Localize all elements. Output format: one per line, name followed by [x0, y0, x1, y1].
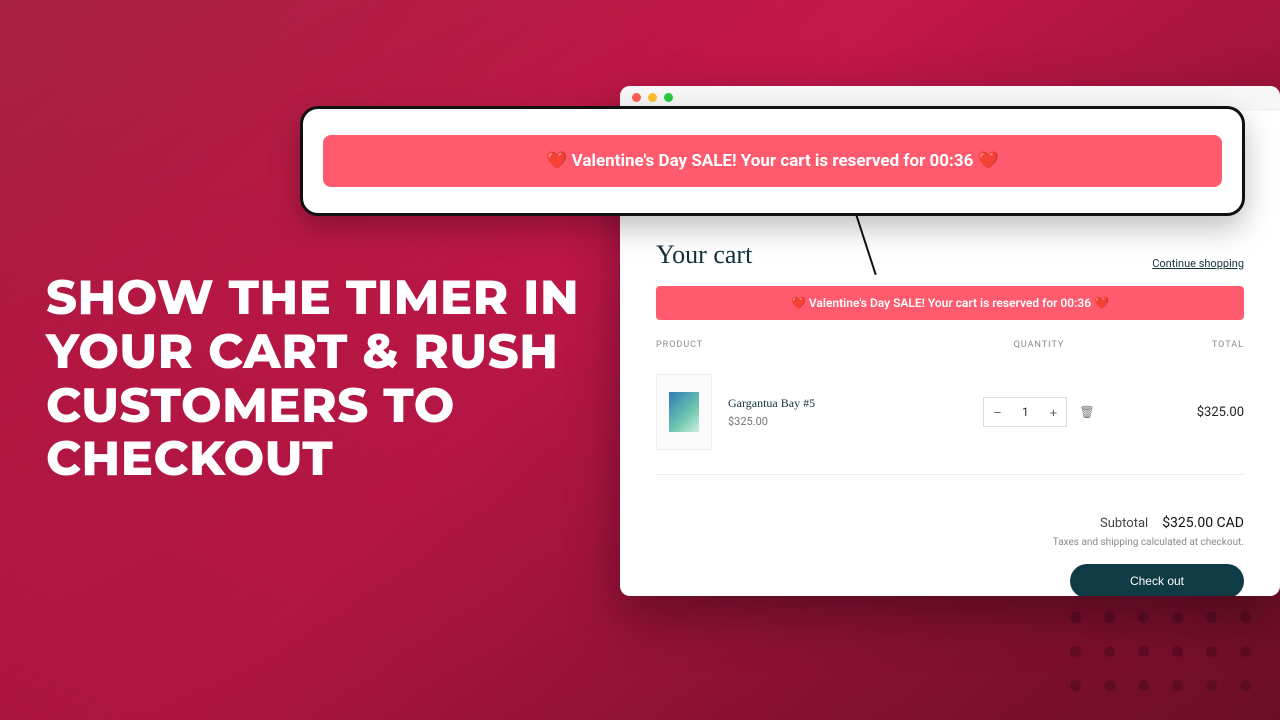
product-unit-price: $325.00: [728, 415, 815, 428]
remove-item-button[interactable]: 🗑: [1079, 405, 1094, 419]
tax-shipping-note: Taxes and shipping calculated at checkou…: [656, 537, 1244, 548]
qty-decrement-button[interactable]: −: [984, 398, 1010, 426]
cart-title: Your cart: [656, 240, 752, 270]
cart-column-headers: PRODUCT QUANTITY TOTAL: [656, 340, 1244, 356]
trash-icon: 🗑: [1079, 405, 1094, 419]
subtotal-amount: $325.00 CAD: [1162, 515, 1244, 531]
product-thumbnail[interactable]: [656, 374, 712, 450]
qty-increment-button[interactable]: +: [1040, 398, 1066, 426]
col-total: TOTAL: [1124, 340, 1244, 350]
window-minimize-icon: [648, 93, 657, 102]
product-name[interactable]: Gargantua Bay #5: [728, 396, 815, 411]
qty-value: 1: [1010, 405, 1040, 419]
timer-callout-card: ❤️ Valentine's Day SALE! Your cart is re…: [300, 106, 1245, 216]
marketing-headline: SHOW THE TIMER IN YOUR CART & RUSH CUSTO…: [46, 272, 606, 487]
quantity-stepper: − 1 +: [983, 397, 1067, 427]
subtotal-label: Subtotal: [1100, 516, 1148, 531]
cart-timer-banner: ❤️ Valentine's Day SALE! Your cart is re…: [656, 286, 1244, 320]
decorative-dots: [1070, 612, 1262, 702]
cart-line-item: Gargantua Bay #5 $325.00 − 1 + 🗑 $325.00: [656, 356, 1244, 475]
window-close-icon: [632, 93, 641, 102]
col-product: PRODUCT: [656, 340, 954, 350]
product-image: [669, 392, 699, 432]
cart-summary: Subtotal $325.00 CAD Taxes and shipping …: [656, 515, 1244, 548]
line-total: $325.00: [1124, 405, 1244, 420]
window-maximize-icon: [664, 93, 673, 102]
continue-shopping-link[interactable]: Continue shopping: [1152, 257, 1244, 270]
checkout-button[interactable]: Check out: [1070, 564, 1244, 596]
timer-callout-banner: ❤️ Valentine's Day SALE! Your cart is re…: [323, 135, 1222, 187]
col-quantity: QUANTITY: [954, 340, 1124, 350]
